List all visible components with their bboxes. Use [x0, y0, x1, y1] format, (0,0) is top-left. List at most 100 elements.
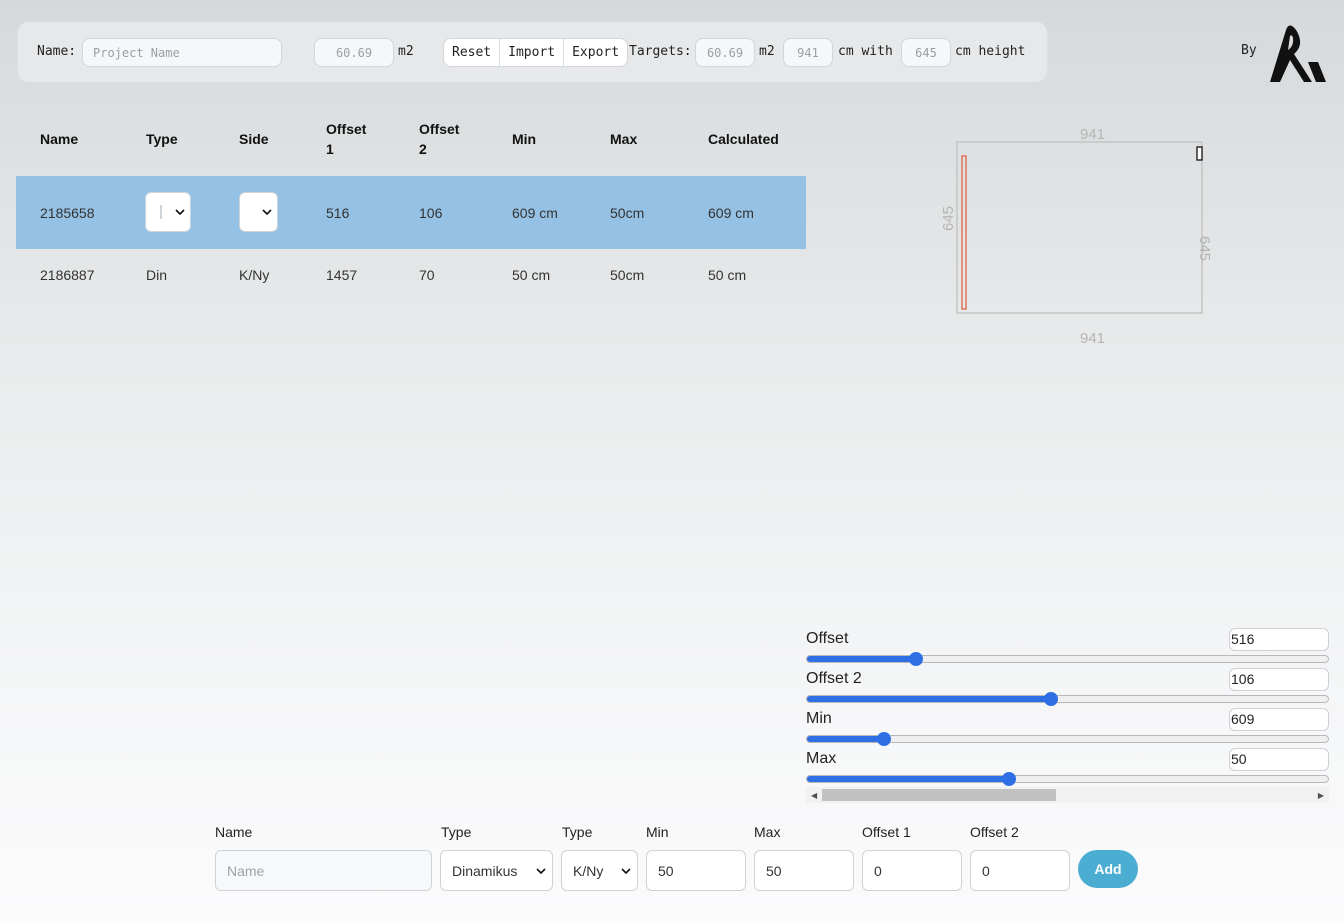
row1-type-select[interactable] [145, 192, 191, 232]
max-input[interactable]: 50 [754, 850, 854, 891]
by-label: By [1241, 43, 1257, 58]
target-area-unit: m2 [759, 44, 775, 59]
slider-label: Min [806, 710, 832, 727]
piece-vertical-red [961, 155, 967, 310]
row1-type-value [160, 205, 162, 219]
chevron-down-icon [262, 209, 272, 216]
scroll-right-arrow-icon[interactable]: ▶ [1318, 791, 1324, 800]
form-label-offset2: Offset 2 [970, 824, 1019, 840]
row2-side: K/Ny [239, 267, 270, 283]
side-select[interactable]: K/Ny [561, 850, 638, 891]
piece-small-black [1196, 146, 1203, 161]
target-height-input[interactable]: 645 [901, 38, 951, 67]
table-row-selected[interactable] [16, 176, 806, 249]
wall-outline [956, 141, 1203, 314]
cm-with-label: cm with [838, 44, 893, 59]
form-label-name: Name [215, 824, 253, 840]
import-button[interactable]: Import [500, 39, 565, 66]
layout-diagram: 941 941 645 645 [930, 120, 1230, 360]
col-header-name: Name [40, 131, 79, 147]
offset2-input[interactable]: 0 [970, 850, 1070, 891]
target-area-input[interactable]: 60.69 [695, 38, 755, 67]
chevron-down-icon [621, 867, 631, 874]
target-width-input[interactable]: 941 [783, 38, 833, 67]
col-header-type: Type [146, 131, 178, 147]
slider-track[interactable] [806, 695, 1329, 703]
row2-calculated: 50 cm [708, 267, 747, 283]
slider-label: Offset 2 [806, 670, 862, 687]
row1-calculated: 609 cm [708, 205, 754, 221]
slider-row: Offset 516 [806, 628, 1329, 666]
slider-thumb[interactable] [1002, 772, 1017, 786]
name-label: Name: [37, 44, 77, 59]
row2-max: 50cm [610, 267, 645, 283]
file-button-group: Reset Import Export [443, 38, 629, 67]
add-button[interactable]: Add [1078, 850, 1138, 888]
slider-row: Max 50 [806, 748, 1329, 786]
slider-label: Max [806, 750, 837, 767]
row1-name: 2185658 [40, 205, 95, 221]
slider-track[interactable] [806, 655, 1329, 663]
brand-logo [1270, 25, 1326, 82]
slider-row: Min 609 [806, 708, 1329, 746]
chevron-down-icon [175, 209, 185, 216]
slider-track[interactable] [806, 775, 1329, 783]
form-label-max: Max [754, 824, 781, 840]
min-input[interactable]: 50 [646, 850, 746, 891]
row1-max: 50cm [610, 205, 645, 221]
slider-value-input[interactable]: 50 [1229, 748, 1329, 771]
slider-fill [807, 696, 1052, 702]
slider-value-input[interactable]: 106 [1229, 668, 1329, 691]
form-label-offset1: Offset 1 [862, 824, 911, 840]
project-name-input[interactable]: Project Name [82, 38, 282, 67]
slider-fill [807, 736, 885, 742]
row1-side-select[interactable] [239, 192, 278, 232]
slider-value-input[interactable]: 516 [1229, 628, 1329, 651]
col-header-offset1: Offset 1 [326, 121, 367, 157]
table-row[interactable] [16, 250, 806, 300]
slider-fill [807, 656, 917, 662]
form-label-side: Type [562, 824, 593, 840]
type-select-value: Dinamikus [452, 862, 518, 879]
col-header-side: Side [239, 131, 269, 147]
area-unit: m2 [398, 44, 414, 59]
slider-thumb[interactable] [876, 732, 891, 746]
top-toolbar: Name: Project Name 60.69 m2 Reset Import… [17, 21, 1048, 83]
form-label-type: Type [441, 824, 472, 840]
diagram-bottom-width: 941 [1080, 330, 1106, 347]
area-input[interactable]: 60.69 [314, 38, 394, 67]
col-header-calculated: Calculated [708, 131, 779, 147]
slider-thumb[interactable] [908, 652, 923, 666]
form-label-min: Min [646, 824, 669, 840]
row2-offset1: 1457 [326, 267, 358, 283]
slider-fill [807, 776, 1010, 782]
name-input[interactable]: Name [215, 850, 432, 891]
col-header-offset2: Offset 2 [419, 121, 460, 157]
col-header-min: Min [512, 131, 537, 147]
col-header-max: Max [610, 131, 638, 147]
slider-label: Offset [806, 630, 849, 647]
side-select-value: K/Ny [573, 862, 604, 879]
row2-offset2: 70 [419, 267, 435, 283]
row1-offset2: 106 [419, 205, 443, 221]
horizontal-scrollbar[interactable]: ◀ ▶ [806, 787, 1329, 803]
scrollbar-thumb[interactable] [822, 789, 1056, 801]
row2-min: 50 cm [512, 267, 551, 283]
diagram-top-width: 941 [1080, 126, 1106, 143]
export-button[interactable]: Export [564, 39, 627, 66]
reset-button[interactable]: Reset [444, 39, 501, 66]
slider-thumb[interactable] [1044, 692, 1059, 706]
row2-type: Din [146, 267, 168, 283]
cm-height-label: cm height [955, 44, 1026, 59]
slider-row: Offset 2 106 [806, 668, 1329, 706]
slider-value-input[interactable]: 609 [1229, 708, 1329, 731]
row2-name: 2186887 [40, 267, 95, 283]
diagram-right-height: 645 [1196, 235, 1214, 262]
type-select[interactable]: Dinamikus [440, 850, 553, 891]
diagram-left-height: 645 [940, 205, 958, 232]
row1-min: 609 cm [512, 205, 558, 221]
row1-offset1: 516 [326, 205, 350, 221]
scroll-left-arrow-icon[interactable]: ◀ [811, 791, 817, 800]
chevron-down-icon [536, 867, 546, 874]
offset1-input[interactable]: 0 [862, 850, 962, 891]
